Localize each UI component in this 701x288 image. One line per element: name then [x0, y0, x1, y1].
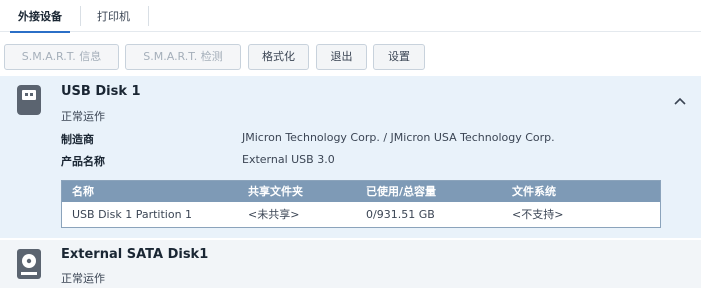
partition-shared-folder: <未共享>	[248, 208, 300, 221]
device-status: 正常运作	[61, 272, 105, 285]
partition-filesystem: <不支持>	[512, 208, 564, 221]
column-header-shared-folder: 共享文件夹	[248, 185, 303, 198]
smart-test-button[interactable]: S.M.A.R.T. 检测	[125, 44, 241, 70]
partition-used-total: 0/931.51 GB	[366, 208, 435, 221]
smart-info-button[interactable]: S.M.A.R.T. 信息	[4, 44, 119, 70]
tab-divider	[80, 6, 81, 26]
device-name: USB Disk 1	[61, 84, 141, 99]
format-button[interactable]: 格式化	[248, 44, 309, 70]
product-name-value: External USB 3.0	[242, 153, 335, 166]
hard-disk-icon	[17, 249, 41, 279]
manufacturer-label: 制造商	[61, 133, 94, 146]
column-header-name: 名称	[72, 185, 94, 198]
product-name-label: 产品名称	[61, 155, 105, 168]
tab-bar: 外接设备 打印机	[0, 0, 701, 33]
partition-name: USB Disk 1 Partition 1	[72, 208, 193, 221]
device-name: External SATA Disk1	[61, 247, 209, 262]
tab-divider	[148, 6, 149, 26]
eject-button[interactable]: 退出	[316, 44, 367, 70]
chevron-up-icon[interactable]	[673, 94, 687, 108]
partition-table-header: 名称 共享文件夹 已使用/总容量 文件系统	[62, 181, 660, 202]
column-header-used-total: 已使用/总容量	[366, 185, 437, 198]
settings-button[interactable]: 设置	[373, 44, 425, 70]
partition-table: 名称 共享文件夹 已使用/总容量 文件系统 USB Disk 1 Partiti…	[61, 180, 661, 228]
usb-drive-icon	[17, 85, 41, 115]
device-status: 正常运作	[61, 110, 105, 123]
column-header-filesystem: 文件系统	[512, 185, 556, 198]
manufacturer-value: JMicron Technology Corp. / JMicron USA T…	[242, 131, 555, 144]
tab-printers[interactable]: 打印机	[89, 0, 138, 32]
tab-external-devices[interactable]: 外接设备	[10, 0, 70, 33]
